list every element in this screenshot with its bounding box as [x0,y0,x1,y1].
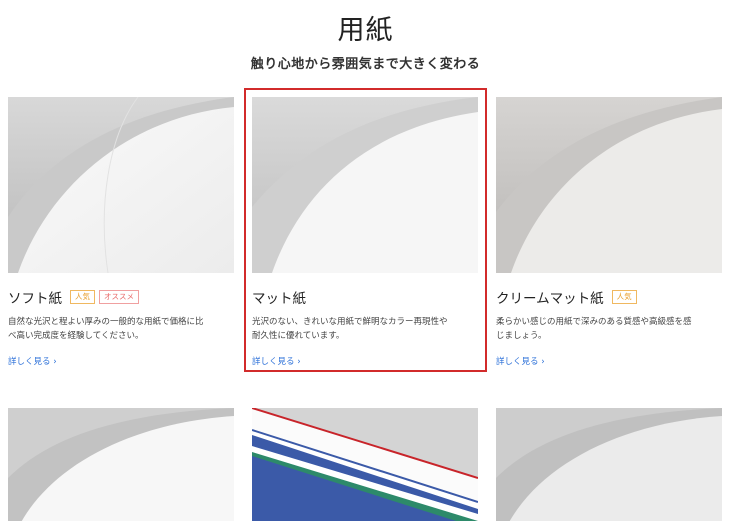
recommend-badge: オススメ [99,290,139,304]
paper-name: マット紙 [252,291,306,307]
paper-thumbnail[interactable] [8,97,234,273]
paper-card-bottom-3[interactable] [496,408,722,521]
paper-description: 光沢のない、きれいな用紙で鮮明なカラー再現性や耐久性に優れています。 [252,317,448,341]
paper-card-bottom-2[interactable] [252,408,478,521]
paper-name: ソフト紙 [8,291,62,307]
paper-card-soft[interactable]: ソフト紙 人気 オススメ 自然な光沢と程よい厚みの一般的な用紙で価格に比べ高い完… [8,97,234,368]
details-link[interactable]: 詳しく見る › [496,355,545,367]
paper-card-bottom-1[interactable] [8,408,234,521]
paper-name: クリームマット紙 [496,291,604,307]
page-title: 用紙 [337,15,394,46]
paper-thumbnail[interactable] [496,97,722,273]
paper-thumbnail[interactable] [252,97,478,273]
popular-badge: 人気 [70,290,95,304]
page-subtitle: 触り心地から雰囲気まで大きく変わる [250,57,481,72]
details-link[interactable]: 詳しく見る › [8,355,57,367]
paper-thumbnail[interactable] [8,408,234,521]
paper-description: 自然な光沢と程よい厚みの一般的な用紙で価格に比べ高い完成度を経験してください。 [8,317,204,341]
paper-description: 柔らかい感じの用紙で深みのある質感や高級感を感じましょう。 [496,317,692,341]
paper-thumbnail[interactable] [496,408,722,521]
popular-badge: 人気 [611,290,637,304]
paper-card-cream-matte[interactable]: クリームマット紙 人気 柔らかい感じの用紙で深みのある質感や高級感を感じましょう… [496,97,722,368]
details-link[interactable]: 詳しく見る › [252,355,301,367]
paper-card-matte[interactable]: マット紙 光沢のない、きれいな用紙で鮮明なカラー再現性や耐久性に優れています。 … [252,97,478,368]
paper-thumbnail[interactable] [252,408,478,521]
